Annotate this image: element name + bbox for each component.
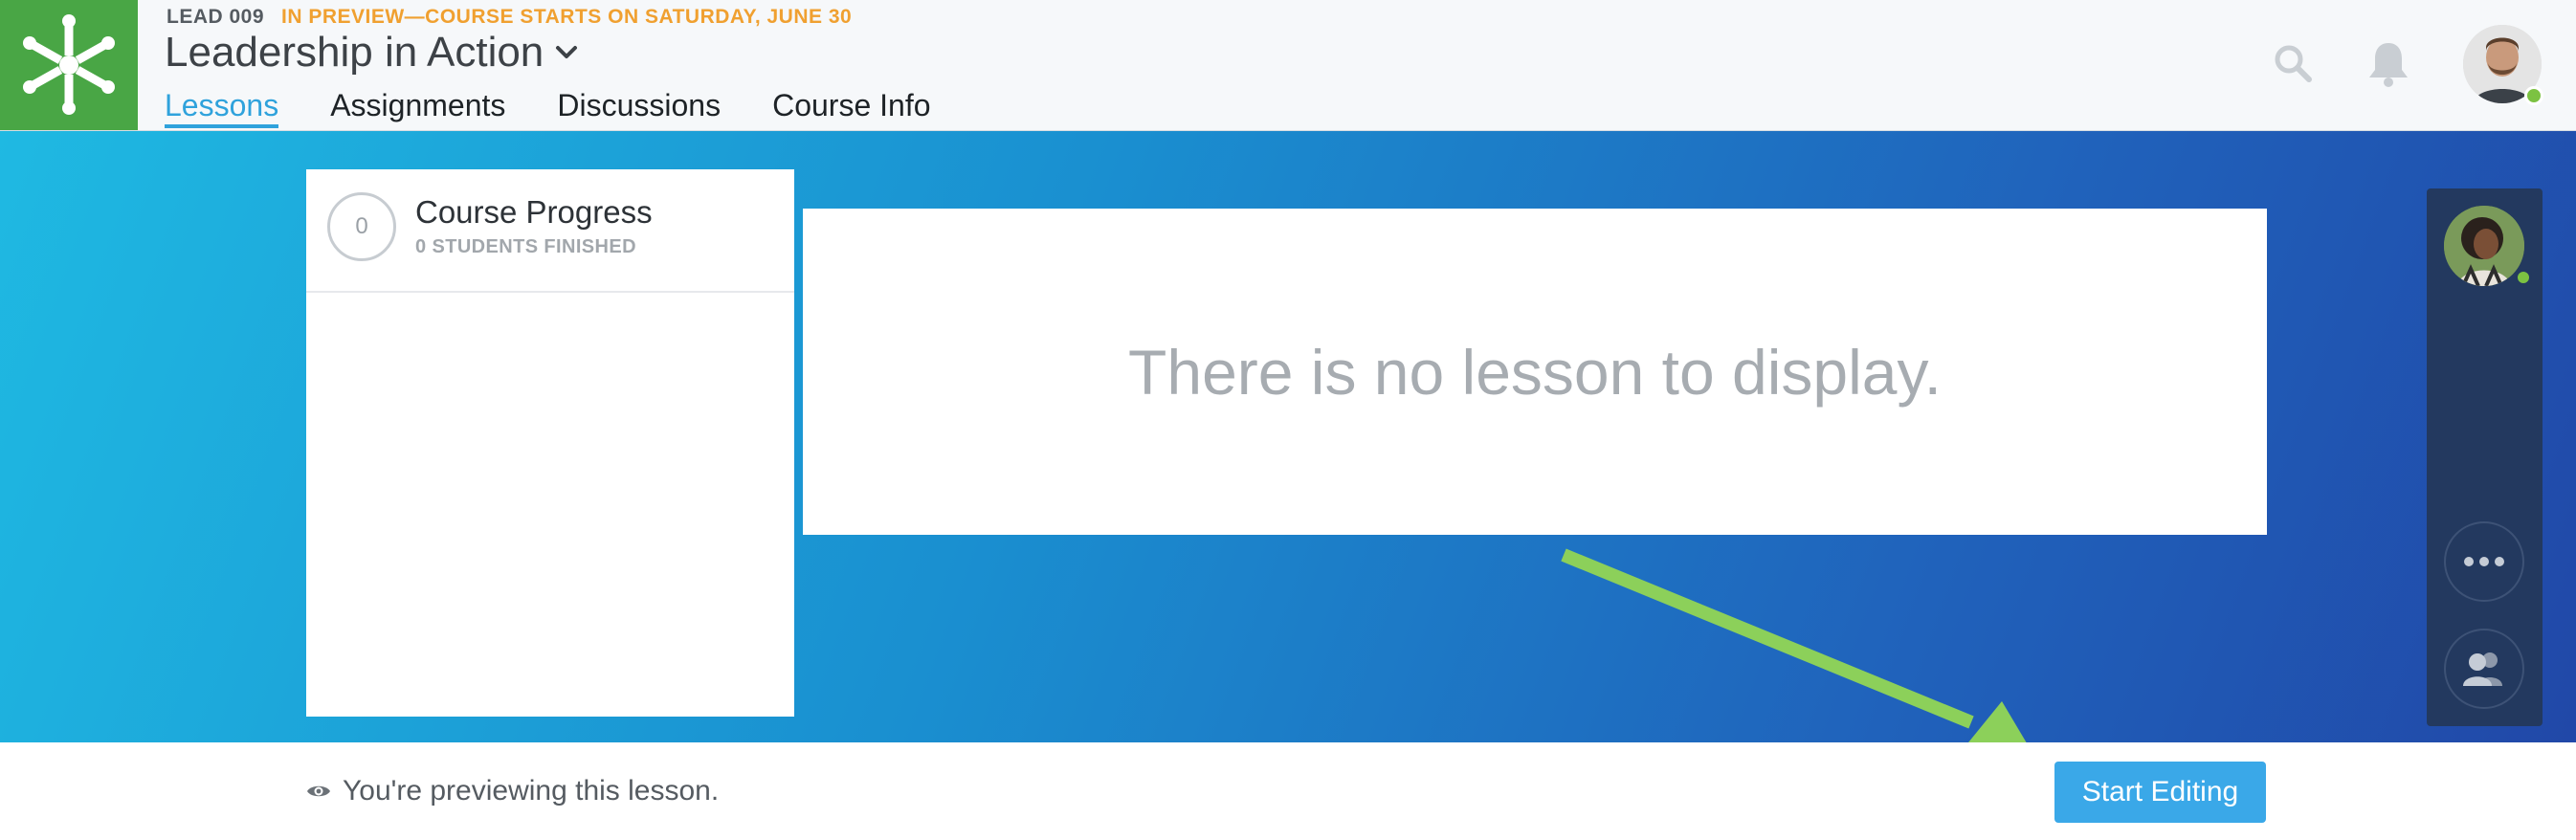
course-title-dropdown[interactable]: Leadership in Action: [165, 29, 580, 77]
progress-ring: 0: [327, 192, 396, 261]
search-button[interactable]: [2268, 38, 2318, 88]
lesson-content: There is no lesson to display.: [803, 209, 2267, 535]
course-progress-header[interactable]: 0 Course Progress 0 STUDENTS FINISHED: [306, 169, 794, 293]
online-status-dot: [2524, 86, 2543, 105]
people-button[interactable]: [2444, 629, 2524, 709]
logo-icon: [23, 14, 115, 115]
preview-message: You're previewing this lesson.: [306, 775, 719, 807]
course-header: LEAD 009 IN PREVIEW—COURSE STARTS ON SAT…: [0, 0, 2576, 131]
tab-assignments[interactable]: Assignments: [330, 84, 505, 128]
course-title: Leadership in Action: [165, 29, 544, 76]
empty-lesson-message: There is no lesson to display.: [1128, 336, 1942, 408]
eye-icon: [307, 785, 330, 797]
preview-status: IN PREVIEW—COURSE STARTS ON SATURDAY, JU…: [281, 6, 853, 28]
notifications-button[interactable]: [2364, 38, 2413, 88]
progress-subtitle: 0 STUDENTS FINISHED: [415, 236, 636, 257]
chevron-down-icon: [556, 46, 578, 58]
app-window: LEAD 009 IN PREVIEW—COURSE STARTS ON SAT…: [0, 0, 2576, 840]
tab-lessons[interactable]: Lessons: [165, 84, 279, 128]
bell-icon: [2369, 43, 2408, 87]
people-icon: [2463, 652, 2502, 686]
tab-discussions[interactable]: Discussions: [557, 84, 721, 128]
start-editing-button[interactable]: Start Editing: [2054, 762, 2266, 823]
course-tabs: Lessons Assignments Discussions Course I…: [165, 84, 931, 128]
student-online-dot: [2515, 269, 2532, 286]
student-photo: [2444, 206, 2524, 286]
more-icon: [2464, 557, 2504, 566]
preview-message-text: You're previewing this lesson.: [343, 775, 720, 807]
student-avatar[interactable]: [2444, 206, 2524, 286]
right-sidebar: [2427, 188, 2543, 726]
more-options-button[interactable]: [2444, 521, 2524, 602]
course-code: LEAD 009: [167, 6, 265, 28]
search-icon: [2275, 45, 2312, 82]
app-logo[interactable]: [0, 0, 138, 130]
progress-title: Course Progress: [415, 194, 653, 230]
tab-course-info[interactable]: Course Info: [772, 84, 930, 128]
preview-footer: You're previewing this lesson. Start Edi…: [0, 742, 2576, 840]
course-progress-card: 0 Course Progress 0 STUDENTS FINISHED: [306, 169, 794, 717]
